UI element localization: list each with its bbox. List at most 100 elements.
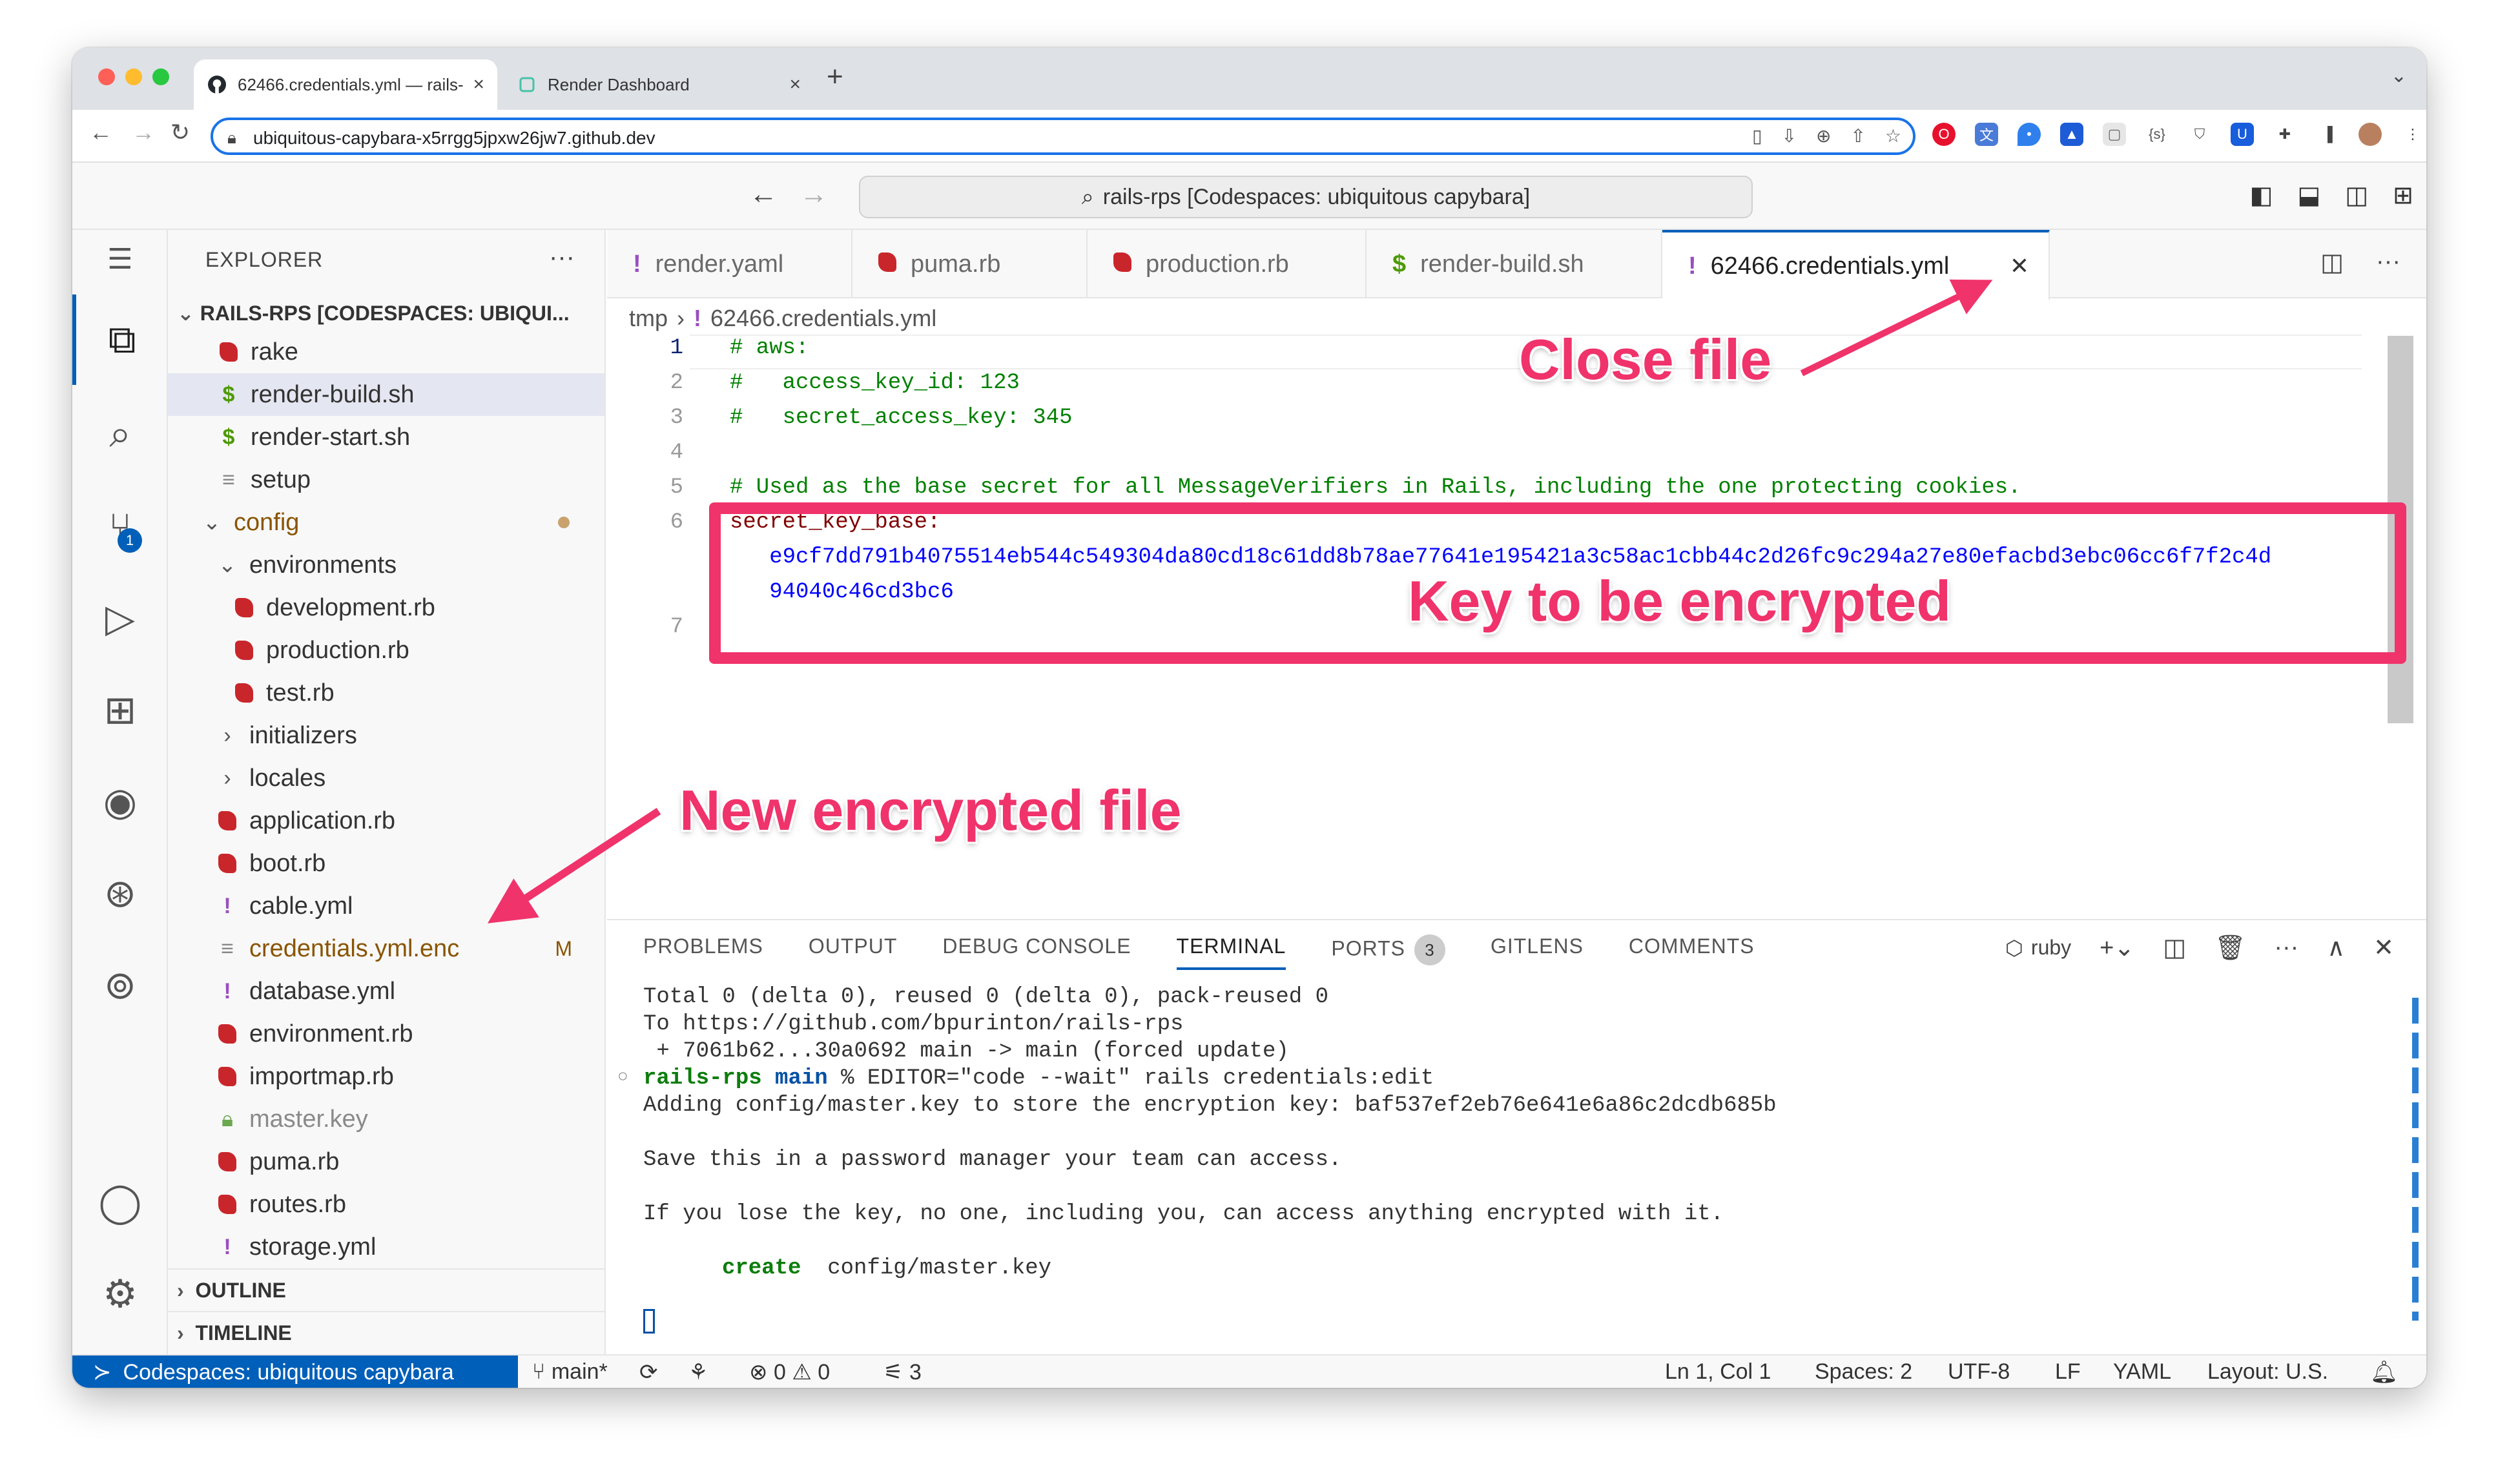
command-decoration-icon[interactable]: ○: [617, 1067, 628, 1087]
keyboard-layout[interactable]: Layout: U.S.: [2207, 1359, 2328, 1385]
panel-tab-debug-console[interactable]: DEBUG CONSOLE: [942, 934, 1131, 970]
indentation[interactable]: Spaces: 2: [1815, 1359, 1912, 1385]
new-terminal-icon[interactable]: +⌄: [2100, 933, 2134, 962]
clipboard-icon[interactable]: ▯: [1752, 125, 1762, 147]
sync-icon[interactable]: ⟳: [639, 1359, 658, 1385]
tab-search-chevron-icon[interactable]: ⌄: [2391, 65, 2407, 87]
remote-explorer-icon[interactable]: ⊚: [72, 940, 168, 1031]
tree-folder-environments[interactable]: ⌄ environments: [168, 544, 604, 586]
browser-tab-render[interactable]: Render Dashboard ×: [504, 59, 814, 110]
explorer-icon[interactable]: ⧉: [72, 294, 168, 385]
bitwarden-extension-icon[interactable]: U: [2231, 123, 2254, 146]
toggle-secondary-sidebar-icon[interactable]: ◫: [2345, 181, 2368, 210]
timeline-section[interactable]: › TIMELINE: [168, 1311, 604, 1354]
tab-render-yaml[interactable]: ! render.yaml: [607, 230, 852, 298]
notifications-bell-icon[interactable]: 🔔︎: [2370, 1359, 2398, 1385]
zoom-icon[interactable]: ⊕: [1816, 125, 1831, 147]
tree-item-importmap[interactable]: importmap.rb: [168, 1055, 604, 1098]
go-forward-icon[interactable]: →: [800, 178, 828, 211]
more-actions-icon[interactable]: ···: [549, 243, 575, 272]
reload-icon[interactable]: ↻: [170, 119, 190, 146]
outline-section[interactable]: › OUTLINE: [168, 1268, 604, 1311]
location-extension-icon[interactable]: •: [2018, 123, 2041, 146]
tree-item-application[interactable]: application.rb: [168, 799, 604, 842]
tree-item-production[interactable]: production.rb: [168, 629, 604, 672]
panel-more-icon[interactable]: ···: [2274, 934, 2298, 962]
panel-tab-ports[interactable]: PORTS 3: [1331, 934, 1445, 970]
tree-item-storage[interactable]: ! storage.yml: [168, 1226, 604, 1268]
tree-item-cable[interactable]: ! cable.yml: [168, 885, 604, 927]
maximize-window-button[interactable]: [152, 68, 169, 85]
toggle-panel-icon[interactable]: ⬓: [2297, 181, 2320, 210]
menu-hamburger-icon[interactable]: ☰: [72, 230, 168, 288]
run-debug-icon[interactable]: ▷: [72, 573, 168, 664]
tree-item-routes[interactable]: routes.rb: [168, 1183, 604, 1226]
breadcrumb-folder[interactable]: tmp: [629, 305, 668, 332]
panel-tab-output[interactable]: OUTPUT: [809, 934, 898, 970]
tree-item-credentials-enc[interactable]: ≡ credentials.yml.enc M: [168, 927, 604, 970]
cursor-position[interactable]: Ln 1, Col 1: [1665, 1359, 1771, 1385]
browser-tab-credentials[interactable]: 62466.credentials.yml — rails- ×: [194, 59, 497, 110]
terminal-scrollbar[interactable]: [2412, 998, 2419, 1321]
tab-credentials-yml[interactable]: ! 62466.credentials.yml ✕: [1662, 230, 2050, 300]
panel-tab-terminal[interactable]: TERMINAL: [1176, 934, 1286, 970]
tree-item-environment[interactable]: environment.rb: [168, 1013, 604, 1055]
tab-render-build-sh[interactable]: $ render-build.sh: [1367, 230, 1662, 298]
accounts-icon[interactable]: ◯: [72, 1157, 168, 1248]
close-tab-icon[interactable]: ✕: [2010, 252, 2029, 280]
forward-icon[interactable]: →: [132, 119, 155, 146]
tree-item-test[interactable]: test.rb: [168, 672, 604, 714]
back-icon[interactable]: ←: [89, 119, 112, 146]
source-control-icon[interactable]: ⑂ 1: [72, 482, 168, 572]
search-view-icon[interactable]: ⌕: [72, 389, 168, 479]
toggle-primary-sidebar-icon[interactable]: ◧: [2249, 181, 2273, 210]
frame-extension-icon[interactable]: ▢: [2103, 123, 2126, 146]
shield-extension-icon[interactable]: ⛉: [2188, 123, 2211, 146]
share-icon[interactable]: ⇧: [1850, 125, 1865, 147]
tree-folder-locales[interactable]: › locales: [168, 757, 604, 799]
minimize-window-button[interactable]: [125, 68, 142, 85]
cap-extension-icon[interactable]: ▲: [2060, 123, 2083, 146]
kill-terminal-icon[interactable]: 🗑︎: [2214, 934, 2245, 962]
install-app-icon[interactable]: ⇩: [1781, 125, 1796, 147]
browser-menu-icon[interactable]: ⋮: [2401, 123, 2424, 146]
tab-production-rb[interactable]: production.rb: [1088, 230, 1367, 298]
bookmark-star-icon[interactable]: ☆: [1885, 125, 1901, 147]
tree-item-database[interactable]: ! database.yml: [168, 970, 604, 1013]
tree-item-boot[interactable]: boot.rb: [168, 842, 604, 885]
terminal-selector[interactable]: ⬡ ruby: [2005, 936, 2071, 960]
maximize-panel-icon[interactable]: ∧: [2327, 933, 2345, 962]
customize-layout-icon[interactable]: ⊞: [2393, 181, 2413, 210]
panel-tab-comments[interactable]: COMMENTS: [1629, 934, 1755, 970]
editor-more-actions-icon[interactable]: ···: [2376, 248, 2400, 277]
manage-gear-icon[interactable]: ⚙: [72, 1249, 168, 1339]
tree-item-render-start[interactable]: $ render-start.sh: [168, 416, 604, 459]
end-of-line[interactable]: LF: [2055, 1359, 2081, 1385]
tab-puma-rb[interactable]: puma.rb: [852, 230, 1088, 298]
sidepanel-icon[interactable]: ▐: [2316, 123, 2339, 146]
github-view-icon[interactable]: ◉: [72, 757, 168, 847]
panel-tab-problems[interactable]: PROBLEMS: [643, 934, 763, 970]
close-tab-icon[interactable]: ×: [473, 74, 484, 96]
tree-folder-config[interactable]: ⌄ config: [168, 501, 604, 544]
code-extension-icon[interactable]: {s}: [2145, 123, 2169, 146]
split-editor-icon[interactable]: ◫: [2320, 248, 2344, 277]
puzzle-extensions-icon[interactable]: ✚: [2273, 123, 2297, 146]
tree-item-puma[interactable]: puma.rb: [168, 1140, 604, 1183]
profile-avatar[interactable]: [2359, 123, 2382, 146]
close-window-button[interactable]: [98, 68, 115, 85]
tree-item-setup[interactable]: ≡ setup: [168, 459, 604, 501]
gitlens-icon[interactable]: ⊛: [72, 849, 168, 939]
translate-extension-icon[interactable]: 文: [1975, 123, 1998, 146]
workspace-root[interactable]: ⌄ RAILS-RPS [CODESPACES: UBIQUI...: [177, 301, 570, 325]
ports-indicator[interactable]: ⚟ 3: [883, 1359, 922, 1385]
new-tab-button[interactable]: +: [827, 61, 843, 93]
encoding[interactable]: UTF-8: [1948, 1359, 2010, 1385]
panel-tab-gitlens[interactable]: GITLENS: [1491, 934, 1584, 970]
branch-indicator[interactable]: ⑂ main*: [532, 1359, 608, 1385]
tree-item-rake[interactable]: rake: [168, 331, 604, 373]
extensions-icon[interactable]: ⊞: [72, 665, 168, 756]
opera-extension-icon[interactable]: O: [1932, 123, 1956, 146]
gitlens-status-icon[interactable]: ⚘: [688, 1359, 708, 1385]
breadcrumb-file[interactable]: 62466.credentials.yml: [710, 305, 936, 332]
